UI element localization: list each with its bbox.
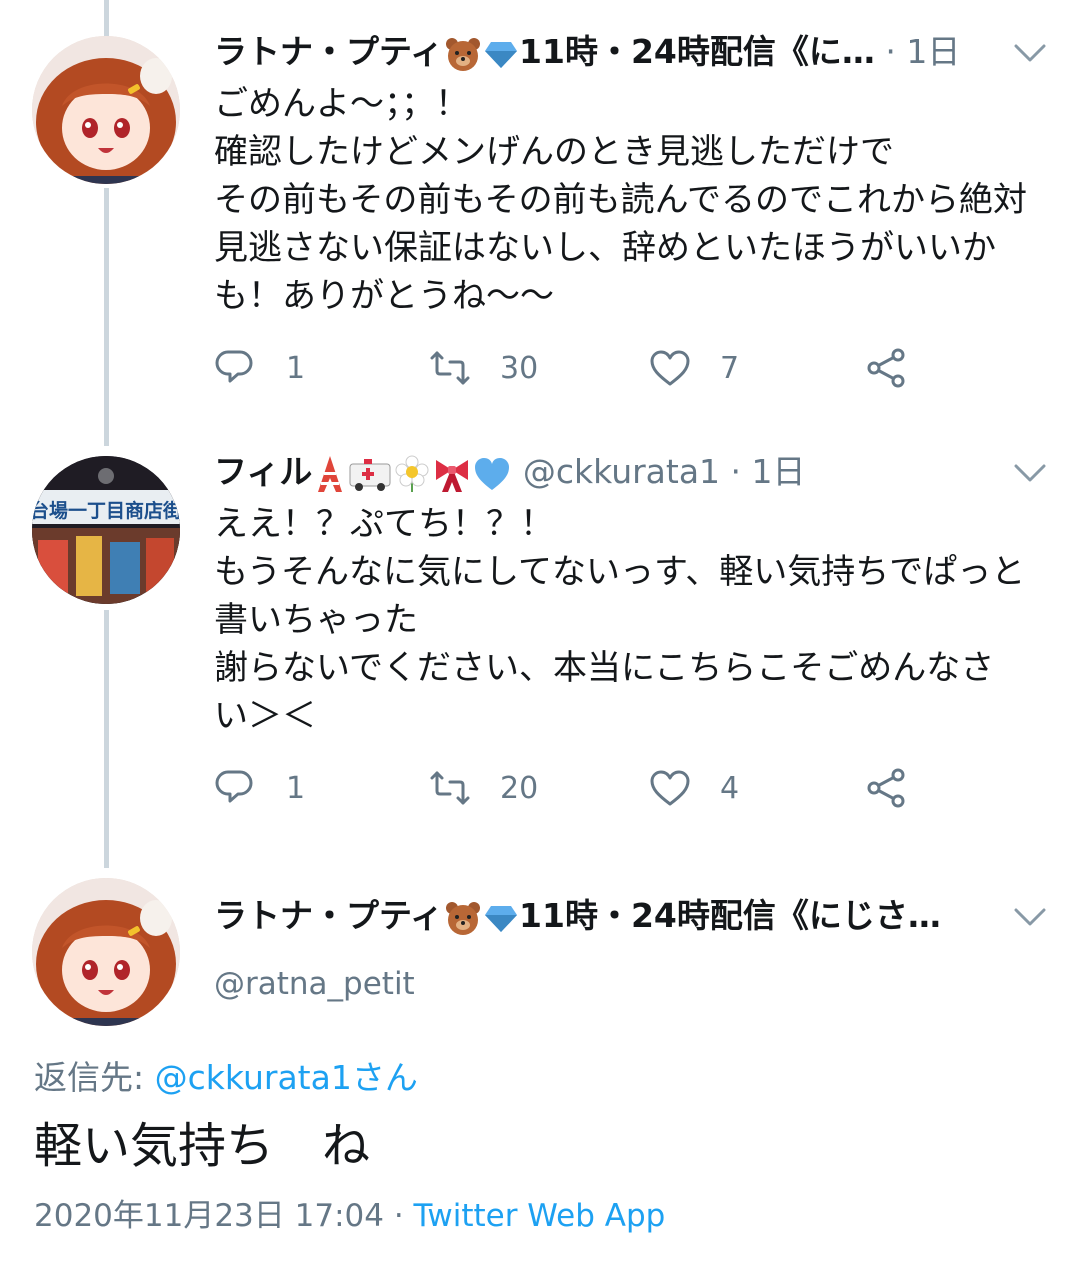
handle[interactable]: @ckkurata1 (523, 452, 720, 491)
main-tweet: ラトナ・プティ 11時・24時配信《にじさ… @ratna_petit 返信先: … (0, 868, 1080, 1262)
main-tweet-header: ラトナ・プティ 11時・24時配信《にじさ… (214, 886, 941, 946)
retweet-button[interactable]: 30 (428, 338, 538, 398)
like-icon (650, 770, 690, 806)
retweet-icon (430, 771, 470, 805)
tweet-header: ラトナ・プティ 11時・24時配信《に… · 1日 (214, 22, 960, 82)
avatar[interactable]: 台場一丁目商店街 (32, 456, 180, 604)
bear-emoji-icon (446, 37, 481, 71)
bear-emoji-icon (446, 901, 481, 935)
like-icon (650, 350, 690, 386)
timestamp[interactable]: 2020年11月23日 17:04 · (34, 1198, 414, 1234)
chevron-down-icon[interactable] (1012, 462, 1048, 486)
share-icon (867, 348, 905, 388)
tweet-actions: 1 20 4 (214, 758, 974, 818)
share-icon (867, 768, 905, 808)
reply-icon (215, 350, 253, 383)
blue-heart-emoji-icon (475, 457, 510, 490)
display-name[interactable]: フィル (214, 452, 312, 491)
source-link[interactable]: Twitter Web App (414, 1198, 666, 1234)
like-button[interactable]: 4 (648, 758, 739, 818)
display-name[interactable]: ラトナ・プティ (214, 32, 443, 71)
reply-count: 1 (286, 770, 306, 806)
reply-button[interactable]: 1 (214, 338, 305, 398)
tweet-text: ええ！？ぷてち！？！ もうそんなに気にしてないっす、軽い気持ちでぱっと 書いちゃ… (214, 504, 1026, 736)
retweet-count: 30 (500, 350, 539, 386)
gem-emoji-icon (485, 41, 518, 68)
like-count: 4 (720, 770, 740, 806)
reply-to-label: 返信先: (34, 1058, 155, 1097)
reply-icon (215, 770, 253, 803)
tweet-time[interactable]: · 1日 (875, 32, 960, 71)
like-button[interactable]: 7 (648, 338, 739, 398)
display-name-suffix[interactable]: 11時・24時配信《にじさ… (519, 896, 941, 935)
retweet-button[interactable]: 20 (428, 758, 538, 818)
tweet-2[interactable]: 台場一丁目商店街 フィル @ckkurata1 · 1日 ええ！？ぷてち！？！ … (0, 442, 1080, 832)
reply-button[interactable]: 1 (214, 758, 305, 818)
reply-to-line: 返信先: @ckkurata1さん (34, 1056, 418, 1100)
ribbon-emoji-icon (436, 459, 469, 492)
handle[interactable]: @ratna_petit (214, 964, 415, 1004)
like-count: 7 (720, 350, 740, 386)
tweet-time[interactable]: · 1日 (720, 452, 806, 491)
display-name-suffix[interactable]: 11時・24時配信《に… (519, 32, 875, 71)
tweet-header: フィル @ckkurata1 · 1日 (214, 442, 806, 502)
gem-emoji-icon (485, 905, 518, 932)
retweet-icon (430, 351, 470, 385)
tweet-1[interactable]: ラトナ・プティ 11時・24時配信《に… · 1日 ごめんよ～；；！ 確認したけど… (0, 22, 1080, 402)
avatar-sign-text: 台場一丁目商店街 (32, 499, 180, 522)
avatar[interactable] (32, 36, 180, 184)
avatar[interactable] (32, 878, 180, 1026)
tweet-text: ごめんよ～；；！ 確認したけどメンげんのとき見逃しただけで その前もその前もその… (214, 84, 1027, 316)
tokyo-tower-emoji-icon (318, 455, 343, 492)
retweet-count: 20 (500, 770, 539, 806)
reply-to-link[interactable]: @ckkurata1さん (155, 1058, 418, 1097)
tweet-actions: 1 30 7 (214, 338, 974, 398)
blossom-emoji-icon (395, 455, 429, 492)
chevron-down-icon[interactable] (1012, 906, 1048, 930)
timestamp-line: 2020年11月23日 17:04 · Twitter Web App (34, 1194, 665, 1238)
display-name[interactable]: ラトナ・プティ (214, 896, 443, 935)
share-button[interactable] (864, 758, 908, 818)
main-tweet-text: 軽い気持ち ね (34, 1118, 371, 1174)
ambulance-emoji-icon (349, 458, 391, 491)
reply-count: 1 (286, 350, 306, 386)
share-button[interactable] (864, 338, 908, 398)
chevron-down-icon[interactable] (1012, 42, 1048, 66)
